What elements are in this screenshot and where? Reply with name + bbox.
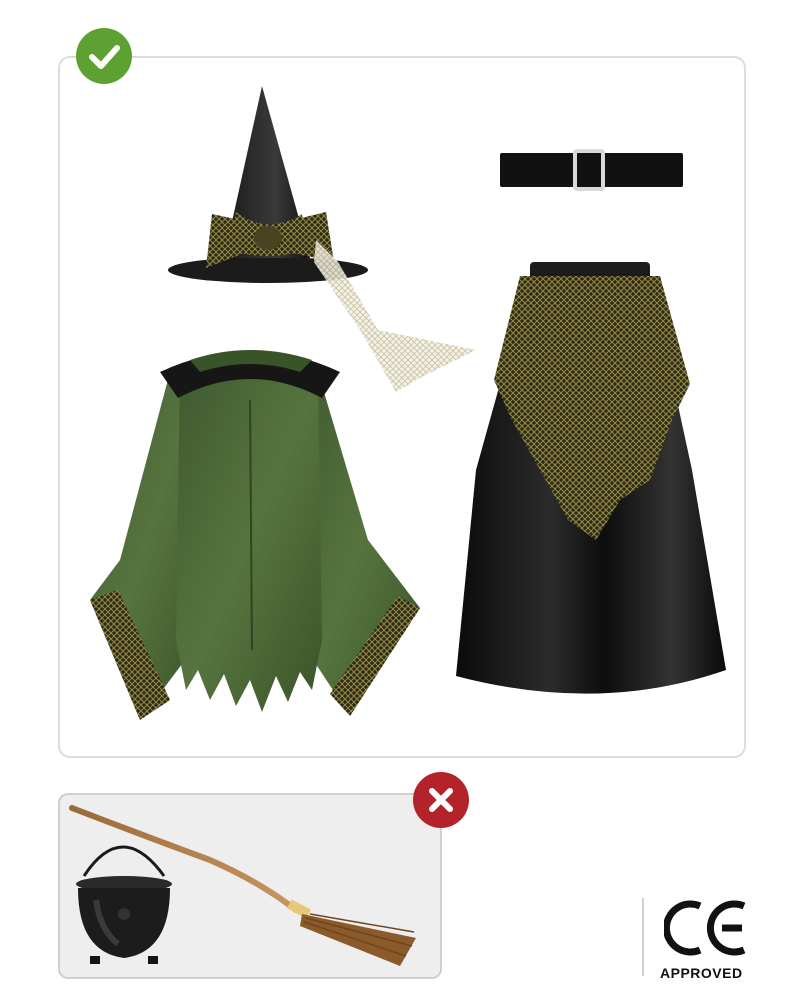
cauldron [76,845,172,964]
certification-label: APPROVED [660,965,743,981]
cross-icon [429,788,453,812]
ce-mark-logo [664,900,746,956]
certification-divider [642,898,644,976]
excluded-items-illustration [69,805,416,966]
excluded-cross-badge [413,772,469,828]
